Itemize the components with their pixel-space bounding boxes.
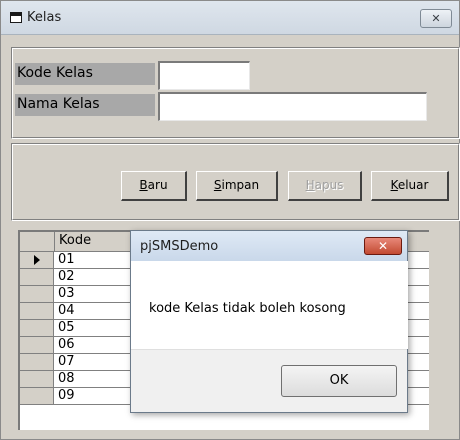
row-selector[interactable]: [20, 303, 54, 319]
ok-button[interactable]: OK: [281, 365, 397, 397]
window-title: Kelas: [27, 10, 62, 25]
dialog-message: kode Kelas tidak boleh kosong: [149, 301, 346, 316]
row-selector[interactable]: [20, 354, 54, 370]
row-selector[interactable]: [20, 337, 54, 353]
baru-label: aru: [147, 178, 168, 192]
window-close-button[interactable]: ✕: [420, 9, 452, 28]
keluar-label: eluar: [397, 178, 429, 192]
baru-button[interactable]: Baru: [121, 171, 187, 201]
message-dialog: pjSMSDemo ✕ kode Kelas tidak boleh koson…: [130, 230, 408, 413]
simpan-label: impan: [221, 178, 260, 192]
row-selector[interactable]: [20, 371, 54, 387]
kode-kelas-label: Kode Kelas: [15, 63, 155, 85]
dialog-title: pjSMSDemo: [140, 239, 219, 254]
kode-kelas-input[interactable]: [158, 61, 250, 90]
row-selector[interactable]: [20, 252, 54, 268]
row-selector[interactable]: [20, 320, 54, 336]
row-selector[interactable]: [20, 286, 54, 302]
simpan-button[interactable]: Simpan: [196, 171, 278, 201]
row-selector[interactable]: [20, 269, 54, 285]
baru-hotkey: B: [139, 178, 148, 192]
dialog-close-button[interactable]: ✕: [364, 237, 402, 255]
keluar-button[interactable]: Keluar: [371, 171, 449, 201]
dialog-title-bar[interactable]: pjSMSDemo ✕: [131, 231, 407, 261]
hapus-button: Hapus: [288, 171, 362, 201]
keluar-hotkey: K: [390, 178, 398, 192]
window-icon: [10, 12, 22, 23]
hapus-label: apus: [314, 178, 344, 192]
simpan-hotkey: S: [213, 178, 222, 192]
dialog-footer: OK: [131, 349, 407, 412]
hapus-hotkey: H: [305, 178, 315, 192]
kelas-window: Kelas ✕ Kode Kelas Nama Kelas Baru Simpa…: [0, 0, 460, 440]
row-selector[interactable]: [20, 388, 54, 404]
grid-corner: [20, 232, 55, 251]
row-pointer-icon: [34, 255, 40, 265]
nama-kelas-label: Nama Kelas: [15, 94, 155, 116]
title-bar[interactable]: Kelas ✕: [1, 1, 459, 35]
nama-kelas-input[interactable]: [158, 92, 427, 121]
